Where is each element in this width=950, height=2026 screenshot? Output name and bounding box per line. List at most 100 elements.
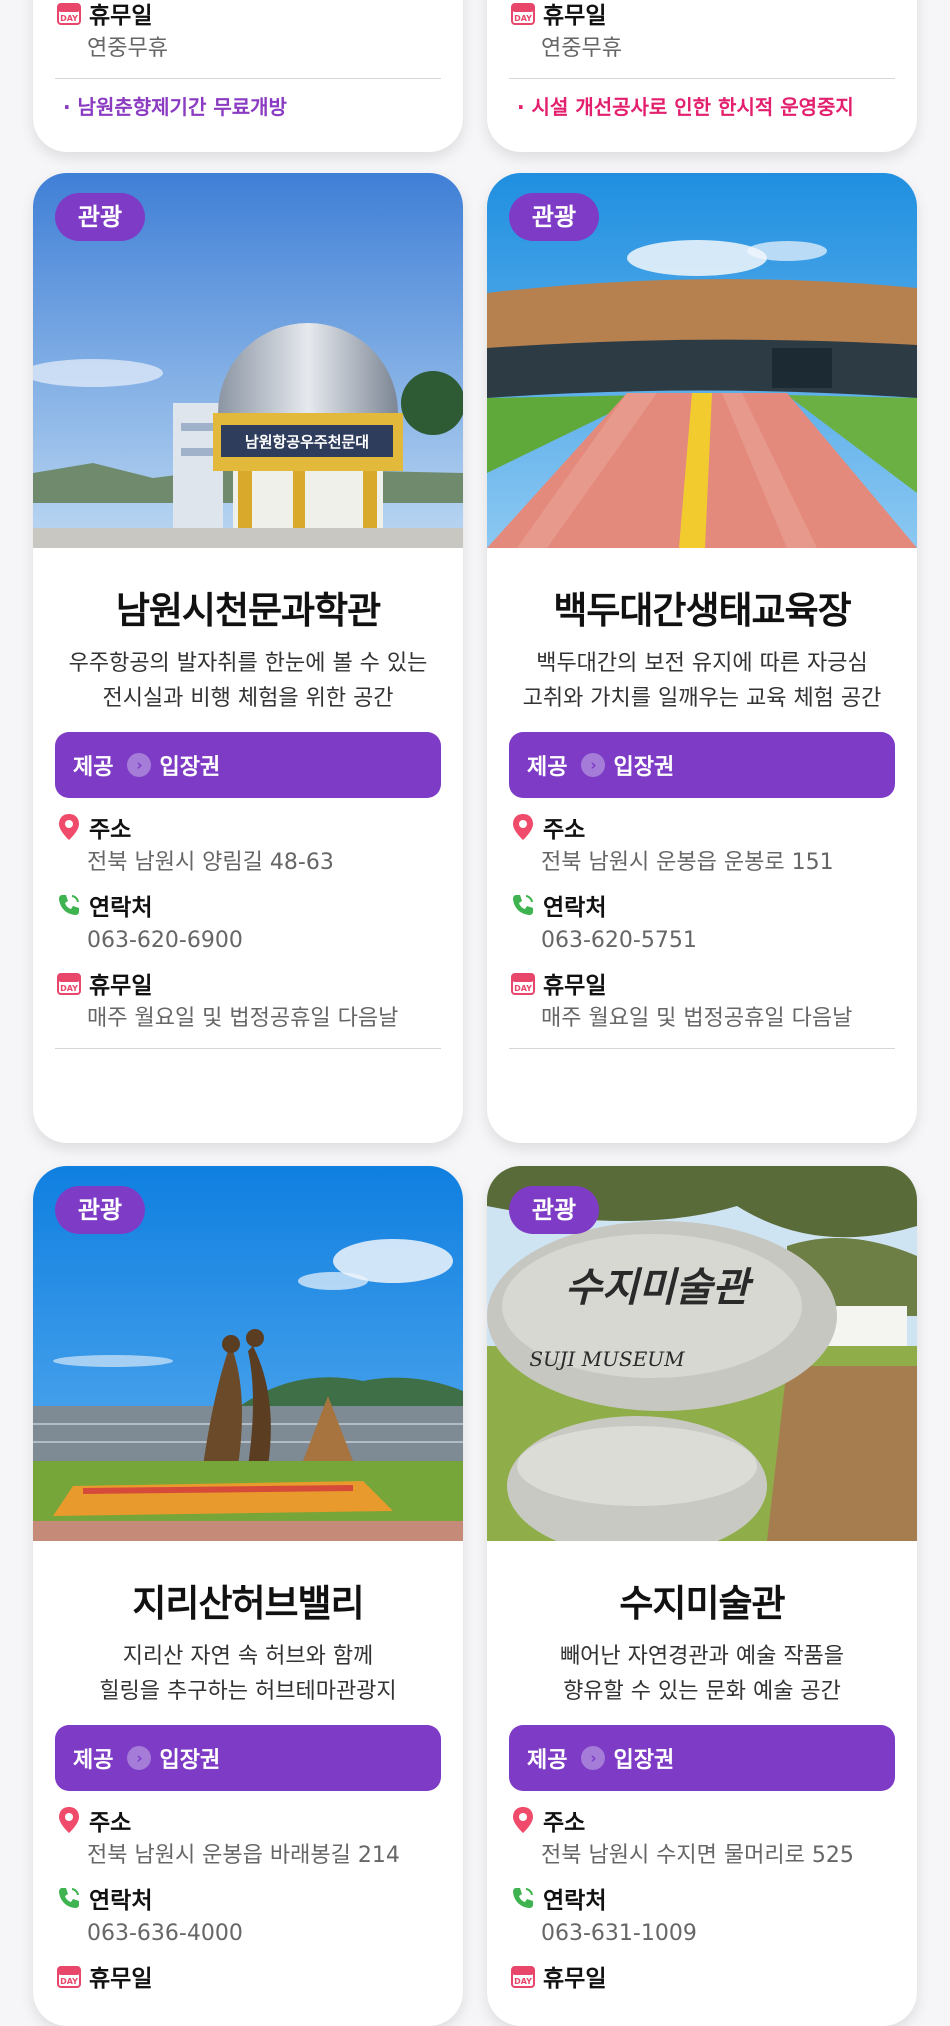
address-value: 전북 남원시 수지면 물머리로 525	[541, 1843, 854, 1868]
calendar-icon: DAY	[55, 1962, 83, 1990]
provide-ticket-button[interactable]: 제공 › 입장권	[55, 732, 441, 798]
contact-heading: 연락처	[509, 1881, 895, 1915]
holiday-heading: DAY 휴무일	[55, 966, 441, 1000]
chevron-right-icon: ›	[127, 1746, 152, 1770]
provide-label: 제공	[527, 1748, 568, 1773]
holiday-label: 휴무일	[543, 3, 607, 29]
svg-text:SUJI MUSEUM: SUJI MUSEUM	[529, 1347, 685, 1371]
holiday-label: 휴무일	[89, 1966, 153, 1992]
attraction-card-observatory[interactable]: 남원항공우주천문대 관광 남원시천문과학관 우주항공의 발자취를 한눈에 볼 수…	[33, 173, 463, 1143]
calendar-icon: DAY	[55, 0, 83, 27]
attraction-card-herb-valley[interactable]: 관광 지리산허브밸리 지리산 자연 속 허브와 함께 힐링을 추구하는 허브테마…	[33, 1166, 463, 2026]
attraction-card-suji-museum[interactable]: 수지미술관 SUJI MUSEUM 관광 수지미술관 빼어난 자연경관과 예술 …	[487, 1166, 917, 2026]
holiday-value: 연중무휴	[87, 36, 168, 61]
attraction-card-ecology[interactable]: 관광 백두대간생태교육장 백두대간의 보전 유지에 따른 자긍심 고취와 가치를…	[487, 173, 917, 1143]
phone-icon	[509, 1884, 537, 1912]
contact-heading: 연락처	[55, 1881, 441, 1915]
location-pin-icon	[55, 813, 83, 841]
calendar-icon: DAY	[509, 0, 537, 27]
card-title: 백두대간생태교육장	[553, 589, 851, 632]
provide-ticket-button[interactable]: 제공 › 입장권	[509, 732, 895, 798]
phone-icon	[55, 891, 83, 919]
location-pin-icon	[55, 1806, 83, 1834]
svg-text:수지미술관: 수지미술관	[565, 1264, 754, 1311]
ticket-label: 입장권	[613, 755, 675, 780]
address-value: 전북 남원시 운봉읍 운봉로 151	[541, 850, 834, 875]
phone-value[interactable]: 063-620-5751	[509, 922, 895, 960]
ecology-center-photo: 관광	[487, 173, 917, 548]
herb-valley-photo: 관광	[33, 1166, 463, 1541]
category-badge: 관광	[509, 193, 599, 241]
address-label: 주소	[543, 817, 586, 843]
card-description: 지리산 자연 속 허브와 함께 힐링을 추구하는 허브테마관광지	[33, 1639, 463, 1709]
phone-value[interactable]: 063-636-4000	[55, 1915, 441, 1953]
svg-text:DAY: DAY	[514, 984, 532, 993]
ticket-label: 입장권	[159, 1748, 221, 1773]
ticket-label: 입장권	[613, 1748, 675, 1773]
calendar-icon: DAY	[509, 969, 537, 997]
phone-value[interactable]: 063-620-6900	[55, 922, 441, 960]
observatory-photo: 남원항공우주천문대 관광	[33, 173, 463, 548]
card-description: 백두대간의 보전 유지에 따른 자긍심 고취와 가치를 일깨우는 교육 체험 공…	[487, 646, 917, 716]
category-badge: 관광	[509, 1186, 599, 1234]
address-value: 전북 남원시 양림길 48-63	[87, 850, 334, 875]
holiday-heading: DAY 휴무일	[55, 1959, 441, 1993]
chevron-right-icon: ›	[127, 753, 152, 777]
description-line: 백두대간의 보전 유지에 따른 자긍심	[536, 651, 868, 676]
description-line: 빼어난 자연경관과 예술 작품을	[559, 1644, 845, 1669]
contact-label: 연락처	[89, 895, 153, 921]
chevron-right-icon: ›	[581, 1746, 606, 1770]
holiday-label: 휴무일	[89, 973, 153, 999]
category-badge: 관광	[55, 193, 145, 241]
card-title: 지리산허브밸리	[132, 1582, 364, 1625]
holiday-value: 연중무휴	[541, 36, 622, 61]
location-pin-icon	[509, 813, 537, 841]
chevron-right-icon: ›	[581, 753, 606, 777]
description-line: 힐링을 추구하는 허브테마관광지	[99, 1679, 397, 1704]
address-heading: 주소	[509, 810, 895, 844]
address-label: 주소	[89, 1810, 132, 1836]
description-line: 향유할 수 있는 문화 예술 공간	[563, 1679, 841, 1704]
holiday-heading: DAY 휴무일	[509, 966, 895, 1000]
provide-ticket-button[interactable]: 제공 › 입장권	[55, 1725, 441, 1791]
info-list: 주소 전북 남원시 운봉읍 운봉로 151 연락처 063-620-5751 D…	[487, 798, 917, 1038]
holiday-heading: DAY 휴무일	[55, 0, 441, 30]
card-description: 우주항공의 발자취를 한눈에 볼 수 있는 전시실과 비행 체험을 위한 공간	[33, 646, 463, 716]
description-line: 전시실과 비행 체험을 위한 공간	[102, 686, 394, 711]
address-label: 주소	[89, 817, 132, 843]
notice-text: · 남원춘향제기간 무료개방	[63, 95, 287, 119]
address-label: 주소	[543, 1810, 586, 1836]
svg-text:DAY: DAY	[60, 1977, 78, 1986]
card-title: 수지미술관	[619, 1582, 785, 1625]
contact-label: 연락처	[543, 1888, 607, 1914]
description-line: 지리산 자연 속 허브와 함께	[122, 1644, 374, 1669]
svg-text:DAY: DAY	[60, 14, 78, 23]
attraction-card-partial: DAY 휴무일 연중무휴 · 남원춘향제기간 무료개방	[33, 0, 463, 152]
info-list: 주소 전북 남원시 운봉읍 바래봉길 214 연락처 063-636-4000 …	[33, 1791, 463, 1993]
holiday-label: 휴무일	[543, 1966, 607, 1992]
phone-value[interactable]: 063-631-1009	[509, 1915, 895, 1953]
holiday-label: 휴무일	[89, 3, 153, 29]
divider	[509, 1048, 895, 1049]
svg-text:DAY: DAY	[514, 1977, 532, 1986]
contact-heading: 연락처	[55, 888, 441, 922]
svg-text:DAY: DAY	[514, 14, 532, 23]
svg-text:남원항공우주천문대: 남원항공우주천문대	[245, 433, 369, 451]
notice-text: · 시설 개선공사로 인한 한시적 운영중지	[517, 95, 854, 119]
contact-heading: 연락처	[509, 888, 895, 922]
holiday-heading: DAY 휴무일	[509, 0, 895, 30]
info-list: 주소 전북 남원시 양림길 48-63 연락처 063-620-6900 DAY…	[33, 798, 463, 1038]
holiday-heading: DAY 휴무일	[509, 1959, 895, 1993]
address-heading: 주소	[55, 1803, 441, 1837]
calendar-icon: DAY	[509, 1962, 537, 1990]
category-badge: 관광	[55, 1186, 145, 1234]
info-list: 주소 전북 남원시 수지면 물머리로 525 연락처 063-631-1009 …	[487, 1791, 917, 1993]
suji-museum-photo: 수지미술관 SUJI MUSEUM 관광	[487, 1166, 917, 1541]
location-pin-icon	[509, 1806, 537, 1834]
phone-icon	[509, 891, 537, 919]
card-title: 남원시천문과학관	[115, 589, 381, 632]
provide-label: 제공	[73, 755, 114, 780]
phone-icon	[55, 1884, 83, 1912]
contact-label: 연락처	[89, 1888, 153, 1914]
provide-ticket-button[interactable]: 제공 › 입장권	[509, 1725, 895, 1791]
